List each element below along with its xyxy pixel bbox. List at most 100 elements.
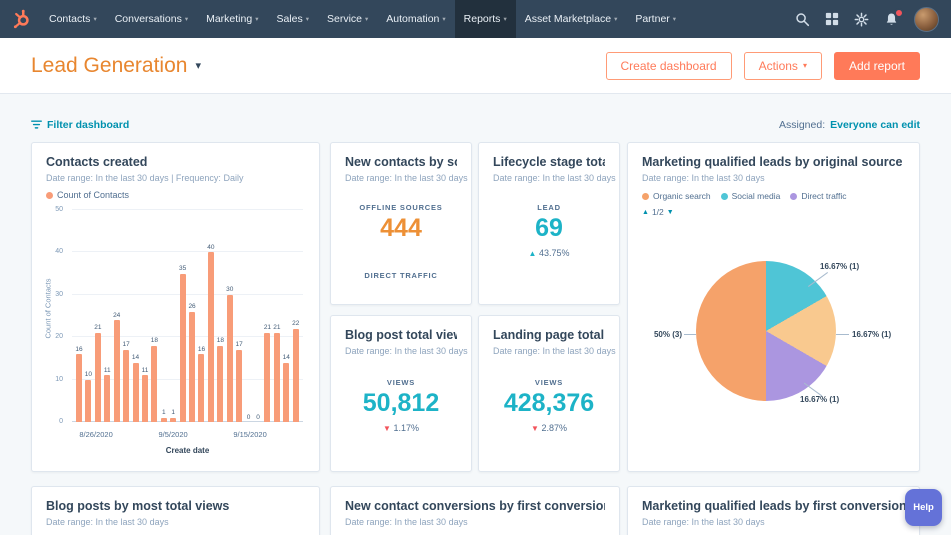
y-tick-label: 40 xyxy=(55,248,63,255)
y-tick-label: 20 xyxy=(55,333,63,340)
nav-item-label: Contacts xyxy=(49,13,90,25)
create-dashboard-button[interactable]: Create dashboard xyxy=(606,52,732,80)
bar: 16 xyxy=(197,210,205,422)
chevron-down-icon: ▾ xyxy=(503,15,506,23)
bar-rect xyxy=(227,295,233,422)
bar: 16 xyxy=(75,210,83,422)
nav-item-service[interactable]: Service▾ xyxy=(318,0,377,38)
nav-item-contacts[interactable]: Contacts▾ xyxy=(40,0,106,38)
report-card-landing-page-total-views: Landing page total vie... Date range: In… xyxy=(478,315,620,472)
bar-value-label: 17 xyxy=(236,342,243,349)
report-card-mql-by-original-source: Marketing qualified leads by original so… xyxy=(627,142,920,472)
delta-down-icon: ▼ xyxy=(531,424,539,433)
notifications-bell-icon[interactable] xyxy=(884,12,899,27)
legend-next-button[interactable]: ▼ xyxy=(667,209,674,216)
bar-value-label: 35 xyxy=(179,266,186,273)
main-nav: Contacts▾Conversations▾Marketing▾Sales▾S… xyxy=(40,0,685,38)
page-title: Lead Generation xyxy=(31,54,187,78)
bar: 14 xyxy=(282,210,290,422)
nav-item-marketing[interactable]: Marketing▾ xyxy=(197,0,267,38)
bar: 21 xyxy=(263,210,271,422)
x-tick-label: 8/26/2020 xyxy=(79,430,112,439)
bar-rect xyxy=(208,252,214,422)
card-meta: Date range: In the last 30 days xyxy=(345,517,605,527)
user-avatar[interactable] xyxy=(914,7,939,32)
chevron-down-icon: ▾ xyxy=(185,15,188,23)
actions-button[interactable]: Actions ▾ xyxy=(744,52,822,80)
legend-swatch xyxy=(790,193,797,200)
bar-value-label: 24 xyxy=(113,313,120,320)
bar-rect xyxy=(236,350,242,422)
nav-item-label: Asset Marketplace xyxy=(525,13,611,25)
nav-item-sales[interactable]: Sales▾ xyxy=(267,0,318,38)
bar-value-label: 0 xyxy=(256,415,260,422)
settings-gear-icon[interactable] xyxy=(854,12,869,27)
bar-value-label: 21 xyxy=(273,325,280,332)
delta-value: 43.75% xyxy=(539,248,570,258)
bar: 11 xyxy=(141,210,149,422)
bar-rect xyxy=(217,346,223,422)
report-card-mql-by-first-conversion: Marketing qualified leads by first conve… xyxy=(627,486,920,535)
bar-value-label: 22 xyxy=(292,321,299,328)
metric-label: LEAD xyxy=(493,203,605,212)
report-card-contacts-created: Contacts created Date range: In the last… xyxy=(31,142,320,472)
bar-rect xyxy=(133,363,139,422)
metric-value: 444 xyxy=(345,216,457,241)
search-icon[interactable] xyxy=(795,12,810,27)
nav-item-label: Automation xyxy=(386,13,439,25)
legend-item-direct-traffic[interactable]: Direct traffic xyxy=(790,191,846,201)
metric-delta: ▼ 2.87% xyxy=(493,423,605,433)
metric-value: 69 xyxy=(493,216,605,241)
hubspot-logo-icon[interactable] xyxy=(12,9,32,29)
report-card-blog-posts-by-most-total-views: Blog posts by most total views Date rang… xyxy=(31,486,320,535)
filter-dashboard-button[interactable]: Filter dashboard xyxy=(31,119,129,131)
bar-rect xyxy=(170,418,176,422)
bar-rect xyxy=(123,350,129,422)
card-meta: Date range: In the last 30 days | Freque… xyxy=(46,173,305,183)
bar-value-label: 16 xyxy=(198,347,205,354)
legend-prev-button[interactable]: ▲ xyxy=(642,209,649,216)
metric-label: DIRECT TRAFFIC xyxy=(345,271,457,280)
nav-item-asset-marketplace[interactable]: Asset Marketplace▾ xyxy=(516,0,627,38)
chevron-down-icon: ▾ xyxy=(306,15,309,23)
notification-badge xyxy=(894,8,904,18)
pie-legend: Organic search Social media Direct traff… xyxy=(642,191,905,201)
chevron-down-icon: ▾ xyxy=(614,15,617,23)
metric-label: VIEWS xyxy=(493,378,605,387)
chevron-down-icon: ▾ xyxy=(365,15,368,23)
nav-item-conversations[interactable]: Conversations▾ xyxy=(106,0,197,38)
legend-item-social-media[interactable]: Social media xyxy=(721,191,781,201)
legend-item-organic-search[interactable]: Organic search xyxy=(642,191,711,201)
bar-rect xyxy=(189,312,195,422)
card-meta: Date range: In the last 30 days xyxy=(642,173,905,183)
legend-label: Direct traffic xyxy=(801,191,846,201)
actions-button-label: Actions xyxy=(759,59,798,73)
chart-legend: Count of Contacts xyxy=(46,190,305,200)
assigned-label: Assigned: xyxy=(779,119,825,131)
nav-item-automation[interactable]: Automation▾ xyxy=(377,0,454,38)
bar: 18 xyxy=(150,210,158,422)
nav-item-reports[interactable]: Reports▾ xyxy=(455,0,516,38)
bar: 0 xyxy=(245,210,253,422)
assigned-info: Assigned: Everyone can edit xyxy=(779,119,920,131)
marketplace-grid-icon[interactable] xyxy=(825,12,839,26)
nav-item-partner[interactable]: Partner▾ xyxy=(626,0,685,38)
top-navigation-bar: Contacts▾Conversations▾Marketing▾Sales▾S… xyxy=(0,0,951,38)
header-buttons: Create dashboard Actions ▾ Add report xyxy=(606,52,921,80)
dashboard-toolbar: Filter dashboard Assigned: Everyone can … xyxy=(31,116,920,134)
pie-callout-line xyxy=(836,334,849,335)
delta-down-icon: ▼ xyxy=(383,424,391,433)
delta-up-icon: ▲ xyxy=(529,249,537,258)
assigned-permission-link[interactable]: Everyone can edit xyxy=(830,119,920,131)
bar: 14 xyxy=(132,210,140,422)
bar-rect xyxy=(104,375,110,422)
add-report-button[interactable]: Add report xyxy=(834,52,920,80)
bar-value-label: 0 xyxy=(247,415,251,422)
title-dropdown-caret-icon[interactable]: ▾ xyxy=(195,59,201,72)
pie-slice-label: 16.67% (1) xyxy=(852,330,891,339)
legend-pagination: ▲ 1/2 ▼ xyxy=(642,207,905,217)
legend-swatch xyxy=(46,192,53,199)
card-title: New contacts by source xyxy=(345,155,457,170)
hubspot-dashboard-app: Contacts▾Conversations▾Marketing▾Sales▾S… xyxy=(0,0,951,535)
help-button[interactable]: Help xyxy=(905,489,942,526)
